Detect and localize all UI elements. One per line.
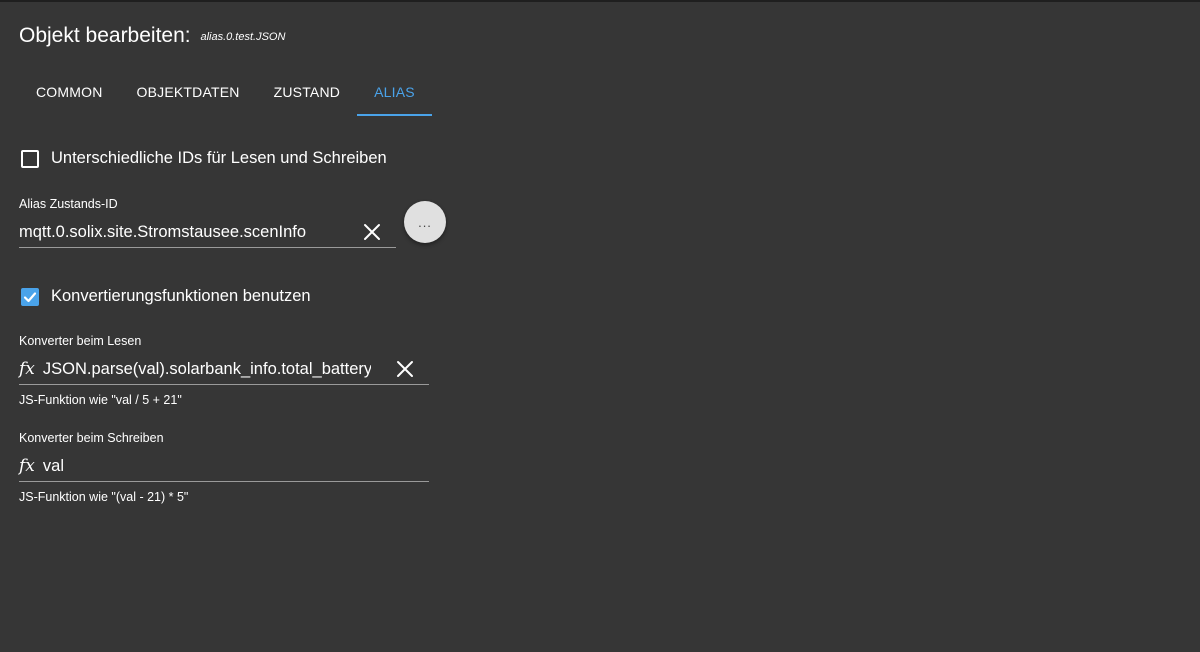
function-icon: fx xyxy=(19,359,35,379)
read-converter-helper: JS-Funktion wie "val / 5 + 21" xyxy=(19,393,182,407)
read-converter-label: Konverter beim Lesen xyxy=(19,334,142,348)
alias-state-value[interactable]: mqtt.0.solix.site.Stromstausee.scenInfo xyxy=(19,223,349,242)
alias-state-input[interactable]: mqtt.0.solix.site.Stromstausee.scenInfo xyxy=(19,217,396,248)
write-converter-label: Konverter beim Schreiben xyxy=(19,431,164,445)
read-converter-value[interactable]: JSON.parse(val).solarbank_info.total_bat… xyxy=(43,360,371,379)
different-ids-label: Unterschiedliche IDs für Lesen und Schre… xyxy=(51,149,387,167)
write-converter-field: Konverter beim Schreiben fx val JS-Funkt… xyxy=(19,431,429,504)
object-id: alias.0.test.JSON xyxy=(200,31,286,43)
alias-state-label: Alias Zustands-ID xyxy=(19,197,118,211)
different-ids-checkbox[interactable] xyxy=(21,149,39,168)
check-icon xyxy=(23,291,37,302)
read-converter-field: Konverter beim Lesen fx JSON.parse(val).… xyxy=(19,334,429,407)
function-icon: fx xyxy=(19,456,35,476)
alias-state-field: Alias Zustands-ID mqtt.0.solix.site.Stro… xyxy=(19,197,396,248)
use-conversion-checkbox[interactable] xyxy=(21,287,39,306)
different-ids-option[interactable]: Unterschiedliche IDs für Lesen und Schre… xyxy=(21,149,387,168)
tab-bar: COMMON OBJEKTDATEN ZUSTAND ALIAS xyxy=(19,68,432,116)
dialog-title-text: Objekt bearbeiten: xyxy=(19,24,191,47)
write-converter-helper: JS-Funktion wie "(val - 21) * 5" xyxy=(19,490,189,504)
write-converter-input[interactable]: fx val xyxy=(19,451,429,482)
tab-zustand[interactable]: ZUSTAND xyxy=(257,68,357,116)
tab-objektdaten[interactable]: OBJEKTDATEN xyxy=(120,68,257,116)
clear-icon[interactable] xyxy=(362,222,382,242)
write-converter-value[interactable]: val xyxy=(43,457,64,476)
use-conversion-option[interactable]: Konvertierungsfunktionen benutzen xyxy=(21,287,311,306)
read-converter-input[interactable]: fx JSON.parse(val).solarbank_info.total_… xyxy=(19,354,429,385)
use-conversion-label: Konvertierungsfunktionen benutzen xyxy=(51,287,311,305)
select-id-button[interactable]: ... xyxy=(404,201,446,243)
tab-common[interactable]: COMMON xyxy=(19,68,120,116)
tab-alias[interactable]: ALIAS xyxy=(357,68,432,116)
dialog-title: Objekt bearbeiten: alias.0.test.JSON xyxy=(19,22,285,51)
window-top-edge xyxy=(0,0,1200,2)
clear-icon[interactable] xyxy=(395,359,415,379)
